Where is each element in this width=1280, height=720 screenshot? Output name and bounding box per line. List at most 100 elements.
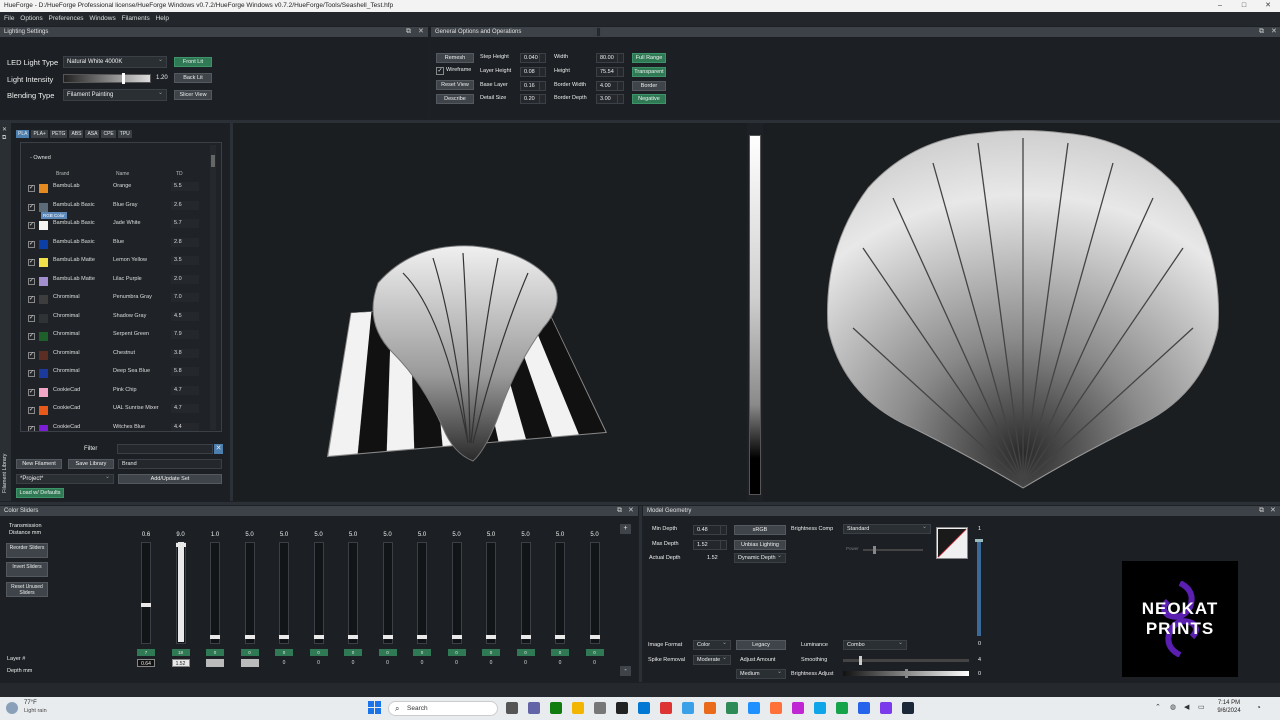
filament-row[interactable]: ✓ CookieCad Pink Chip 4.7 — [21, 384, 221, 402]
load-defaults-button[interactable]: Load w/ Defaults — [16, 488, 64, 498]
row-td[interactable]: 2.6 — [171, 200, 199, 210]
adjust-amount-select[interactable]: Medium — [736, 668, 786, 679]
filament-row[interactable]: ✓ Chromimal Shadow Gray 4.5 — [21, 310, 221, 328]
row-td[interactable]: 5.7 — [171, 219, 199, 228]
color-swatch[interactable] — [39, 424, 48, 431]
max-depth-input[interactable]: 1.52 — [693, 540, 727, 550]
slider-track[interactable] — [313, 542, 324, 644]
filament-row[interactable]: ✓ BambuLab Matte Lemon Yellow 3.5 — [21, 254, 221, 272]
notification-icon[interactable]: ◔ — [1256, 703, 1261, 712]
width-input[interactable]: 80.00 — [596, 53, 624, 63]
spike-removal-select[interactable]: Moderate — [693, 654, 731, 665]
color-slider[interactable]: 5.0 0 0 — [239, 532, 261, 677]
light-intensity-slider[interactable] — [63, 73, 151, 84]
color-slider[interactable]: 5.0 0 0 — [342, 532, 364, 677]
slider-handle[interactable] — [905, 669, 908, 678]
color-slider[interactable]: 5.0 0 0 — [549, 532, 571, 677]
row-td[interactable]: 3.8 — [171, 348, 199, 358]
3d-viewport[interactable] — [233, 123, 747, 501]
slider-handle[interactable] — [141, 603, 151, 607]
slider-value[interactable]: 5.0 — [342, 532, 364, 538]
brightness-adjust-slider[interactable] — [843, 669, 969, 678]
depth-value[interactable]: 0 — [379, 659, 397, 667]
row-td[interactable]: 2.0 — [171, 274, 199, 284]
depth-value[interactable]: 0 — [482, 659, 500, 667]
teams-icon[interactable] — [528, 702, 540, 714]
filament-row[interactable]: ✓ BambuLab Orange 5.5 — [21, 180, 221, 198]
battery-icon[interactable]: ▭ — [1198, 703, 1205, 711]
color-slider[interactable]: 1.0 0 0 — [204, 532, 226, 677]
reset-view-button[interactable]: Reset View — [436, 80, 474, 90]
tab-pla-plus[interactable]: PLA+ — [31, 130, 48, 138]
full-range-button[interactable]: Full Range — [632, 53, 666, 63]
slider-handle[interactable] — [279, 635, 289, 639]
app-icon[interactable] — [792, 702, 804, 714]
obs-icon[interactable] — [880, 702, 892, 714]
row-td[interactable]: 4.7 — [171, 404, 199, 413]
row-td[interactable]: 5.5 — [171, 182, 199, 191]
row-checkbox[interactable]: ✓ — [28, 259, 35, 266]
hueforge-icon[interactable] — [726, 702, 738, 714]
slider-handle[interactable] — [417, 635, 427, 639]
color-slider[interactable]: 5.0 0 0 — [308, 532, 330, 677]
settings-icon[interactable] — [594, 702, 606, 714]
close-icon[interactable]: ✕ — [2, 126, 7, 133]
slider-track[interactable] — [210, 542, 220, 644]
border-button[interactable]: Border — [632, 81, 666, 91]
list-scrollbar[interactable] — [210, 145, 216, 430]
slider-handle[interactable] — [451, 635, 462, 639]
transparent-button[interactable]: Transparent — [632, 67, 666, 77]
depth-value[interactable]: 0.64 — [137, 659, 155, 667]
3d-scene[interactable] — [303, 243, 608, 463]
menu-options[interactable]: Options — [20, 15, 42, 22]
row-td[interactable]: 7.0 — [171, 293, 199, 302]
xbox-icon[interactable] — [550, 702, 562, 714]
layer-number[interactable]: 0 — [275, 649, 293, 656]
scrollbar-thumb[interactable] — [211, 155, 215, 167]
slider-handle[interactable] — [210, 635, 220, 639]
depth-value[interactable]: 0 — [240, 659, 259, 667]
unbias-lighting-button[interactable]: Unbias Lighting — [734, 540, 786, 550]
splitter[interactable] — [639, 506, 642, 682]
new-filament-button[interactable]: New Filament — [16, 459, 62, 469]
app-icon[interactable] — [704, 702, 716, 714]
row-td[interactable]: 4.7 — [171, 385, 199, 395]
layer-number[interactable]: 0 — [482, 649, 500, 656]
filament-row[interactable]: ✓ Chromimal Penumbra Gray 7.0 — [21, 291, 221, 309]
slider-track[interactable] — [244, 542, 255, 644]
undock-icon[interactable]: ⧉ — [1259, 506, 1264, 516]
filament-row[interactable]: ✓ Chromimal Deep Sea Blue 5.8 — [21, 365, 221, 383]
layer-number[interactable]: 7 — [137, 649, 155, 656]
reset-unused-sliders-button[interactable]: Reset Unused Sliders — [6, 582, 48, 597]
row-checkbox[interactable]: ✓ — [28, 203, 35, 211]
slider-value[interactable]: 5.0 — [239, 532, 261, 538]
filament-row[interactable]: ✓ Chromimal Serpent Green 7.9 — [21, 328, 221, 346]
row-td[interactable]: 2.8 — [171, 237, 199, 247]
color-swatch[interactable] — [39, 239, 48, 249]
steam-icon[interactable] — [902, 702, 914, 714]
undock-icon[interactable]: ⧉ — [1259, 27, 1264, 37]
color-swatch[interactable] — [39, 295, 48, 304]
weather-desc[interactable]: Light rain — [24, 708, 47, 714]
slider-handle[interactable] — [873, 546, 876, 554]
slider-value[interactable]: 5.0 — [446, 532, 468, 538]
tab-asa[interactable]: ASA — [85, 130, 100, 138]
slider-handle[interactable] — [244, 635, 255, 639]
layer-number[interactable]: 0 — [413, 649, 431, 656]
undock-icon[interactable]: ⧉ — [617, 506, 622, 516]
layer-number[interactable]: 0 — [516, 649, 535, 656]
library-side-tab[interactable]: ✕ ⧉ Filament Library — [0, 123, 11, 501]
app-icon[interactable] — [682, 702, 694, 714]
back-lit-button[interactable]: Back Lit — [174, 73, 212, 83]
slider-track[interactable] — [141, 542, 151, 644]
slider-handle[interactable] — [313, 635, 324, 639]
layer-number[interactable]: 0 — [240, 649, 259, 656]
color-swatch[interactable] — [39, 387, 48, 397]
layer-number[interactable]: 0 — [309, 649, 328, 656]
filter-input[interactable] — [117, 444, 213, 454]
firefox-icon[interactable] — [770, 702, 782, 714]
depth-value[interactable]: 0 — [517, 659, 535, 667]
2d-preview[interactable] — [763, 123, 1280, 501]
row-checkbox[interactable]: ✓ — [28, 314, 35, 322]
save-library-button[interactable]: Save Library — [68, 459, 114, 469]
